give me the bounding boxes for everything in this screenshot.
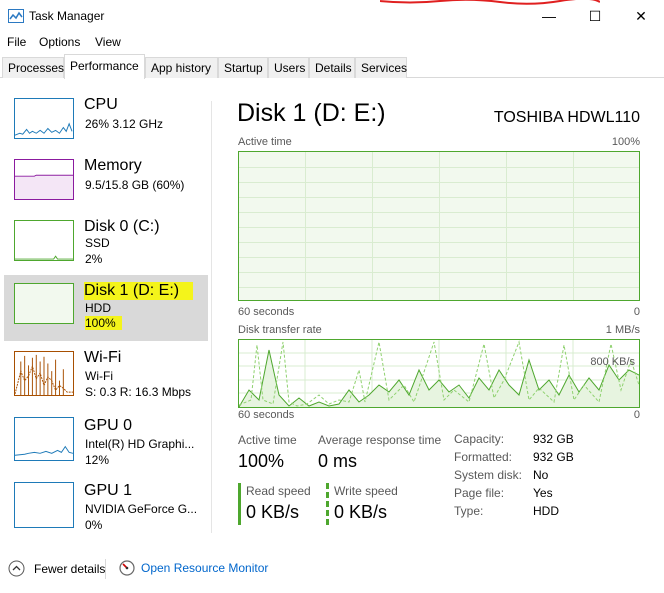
chart-transfer-rate-x-left: 60 seconds: [238, 409, 295, 421]
active-time-value: 100%: [238, 451, 285, 471]
resource-cpu[interactable]: CPU 26% 3.12 GHz: [4, 96, 208, 160]
resource-gpu-0[interactable]: GPU 0 Intel(R) HD Graphi... 12%: [4, 415, 208, 479]
tab-processes[interactable]: Processes: [2, 57, 64, 78]
gpu-0-thumbnail-graph: [14, 417, 74, 461]
tab-details[interactable]: Details: [309, 57, 355, 78]
disk-0-thumbnail-graph: [14, 220, 74, 261]
menu-view[interactable]: View: [95, 35, 121, 49]
open-resource-monitor-label: Open Resource Monitor: [141, 561, 269, 575]
tab-users[interactable]: Users: [268, 57, 309, 78]
tab-startup[interactable]: Startup: [218, 57, 268, 78]
resource-list: CPU 26% 3.12 GHz Memory 9.5/15.8 GB (60%…: [0, 79, 212, 535]
resource-monitor-icon: [119, 560, 135, 576]
resource-title: CPU: [84, 96, 118, 113]
resource-subtitle: Wi-Fi: [85, 369, 113, 383]
active-time-chart: [238, 151, 640, 301]
resource-disk-1[interactable]: Disk 1 (D: E:) HDD 100%: [4, 275, 208, 341]
chart-active-time-label: Active time: [238, 136, 292, 148]
fewer-details-button[interactable]: Fewer details: [8, 560, 105, 577]
wifi-thumbnail-graph: [14, 351, 74, 396]
info-value: 932 GB: [533, 432, 574, 446]
footer: Fewer details Open Resource Monitor: [0, 556, 664, 582]
info-value: 932 GB: [533, 450, 574, 464]
active-time-label: Active time: [238, 433, 297, 447]
resource-subtitle: Intel(R) HD Graphi...: [85, 437, 195, 451]
maximize-button[interactable]: ☐: [572, 0, 618, 32]
resource-wifi[interactable]: Wi-Fi Wi-Fi S: 0.3 R: 16.3 Mbps: [4, 347, 208, 411]
tab-app-history[interactable]: App history: [145, 57, 218, 78]
menu-file[interactable]: File: [7, 35, 26, 49]
window-title: Task Manager: [29, 9, 105, 23]
chart-transfer-rate-x-right: 0: [633, 409, 640, 421]
resource-gpu-1[interactable]: GPU 1 NVIDIA GeForce G... 0%: [4, 480, 208, 544]
resource-title: GPU 1: [84, 482, 133, 499]
info-label: Capacity:: [454, 432, 505, 446]
info-label: System disk:: [454, 468, 523, 482]
open-resource-monitor-link[interactable]: Open Resource Monitor: [119, 560, 268, 576]
gpu-1-thumbnail-graph: [14, 482, 74, 528]
resource-type: HDD: [85, 301, 111, 315]
resource-usage: 0%: [85, 518, 103, 532]
panel-divider: [211, 101, 212, 533]
info-label: Formatted:: [454, 450, 513, 464]
info-value: Yes: [533, 486, 553, 500]
resource-memory[interactable]: Memory 9.5/15.8 GB (60%): [4, 157, 208, 221]
avg-response-value: 0 ms: [318, 451, 358, 471]
footer-divider: [105, 559, 106, 579]
resource-usage: 2%: [85, 252, 103, 266]
page-title: Disk 1 (D: E:): [237, 99, 386, 127]
write-speed-indicator: [326, 483, 329, 525]
disk-model: TOSHIBA HDWL110: [493, 109, 640, 126]
info-value: HDD: [533, 504, 559, 518]
resource-title: Wi-Fi: [84, 349, 122, 366]
resource-title: GPU 0: [84, 417, 133, 434]
chart-transfer-rate-label: Disk transfer rate: [238, 324, 322, 336]
resource-title: Disk 0 (C:): [84, 218, 160, 235]
resource-usage: 100%: [85, 316, 122, 330]
chart-active-time-x-left: 60 seconds: [238, 306, 295, 318]
resource-subtitle: NVIDIA GeForce G...: [85, 502, 198, 516]
resource-title: Memory: [84, 157, 142, 174]
disk-1-thumbnail-graph: [14, 283, 74, 324]
read-speed-value: 0 KB/s: [246, 502, 300, 522]
minimize-button[interactable]: —: [526, 0, 572, 32]
tab-bar: Processes Performance App history Startu…: [0, 54, 664, 79]
resource-subtitle: 26% 3.12 GHz: [85, 117, 164, 131]
read-speed-label: Read speed: [246, 484, 311, 498]
task-manager-icon: [8, 9, 24, 23]
cpu-thumbnail-graph: [14, 98, 74, 139]
chart-active-time-max: 100%: [611, 136, 640, 148]
close-button[interactable]: ✕: [618, 0, 664, 32]
tab-performance[interactable]: Performance: [64, 54, 145, 79]
transfer-rate-chart: 800 KB/s: [238, 339, 640, 408]
menu-bar: File Options View: [0, 33, 664, 51]
resource-type: SSD: [85, 236, 110, 250]
title-bar: Task Manager — ☐ ✕: [0, 0, 664, 32]
info-label: Type:: [454, 504, 484, 518]
resource-usage: 12%: [85, 453, 110, 467]
write-speed-label: Write speed: [334, 484, 398, 498]
info-value: No: [533, 468, 549, 482]
chart-transfer-rate-max: 1 MB/s: [605, 324, 640, 336]
resource-rate: S: 0.3 R: 16.3 Mbps: [85, 385, 192, 399]
read-speed-indicator: [238, 483, 241, 525]
transfer-rate-graph: [239, 340, 639, 407]
chart-transfer-rate-mid: 800 KB/s: [590, 356, 635, 368]
write-speed-value: 0 KB/s: [334, 502, 388, 522]
fewer-details-label: Fewer details: [34, 561, 106, 576]
resource-disk-0[interactable]: Disk 0 (C:) SSD 2%: [4, 218, 208, 282]
avg-response-label: Average response time: [318, 433, 442, 447]
chevron-up-icon: [8, 560, 25, 577]
resource-title: Disk 1 (D: E:): [84, 282, 194, 300]
chart-active-time-x-right: 0: [633, 306, 640, 318]
resource-subtitle: 9.5/15.8 GB (60%): [85, 178, 185, 192]
memory-thumbnail-graph: [14, 159, 74, 200]
menu-options[interactable]: Options: [39, 35, 80, 49]
info-label: Page file:: [454, 486, 505, 500]
tab-services[interactable]: Services: [355, 57, 407, 78]
